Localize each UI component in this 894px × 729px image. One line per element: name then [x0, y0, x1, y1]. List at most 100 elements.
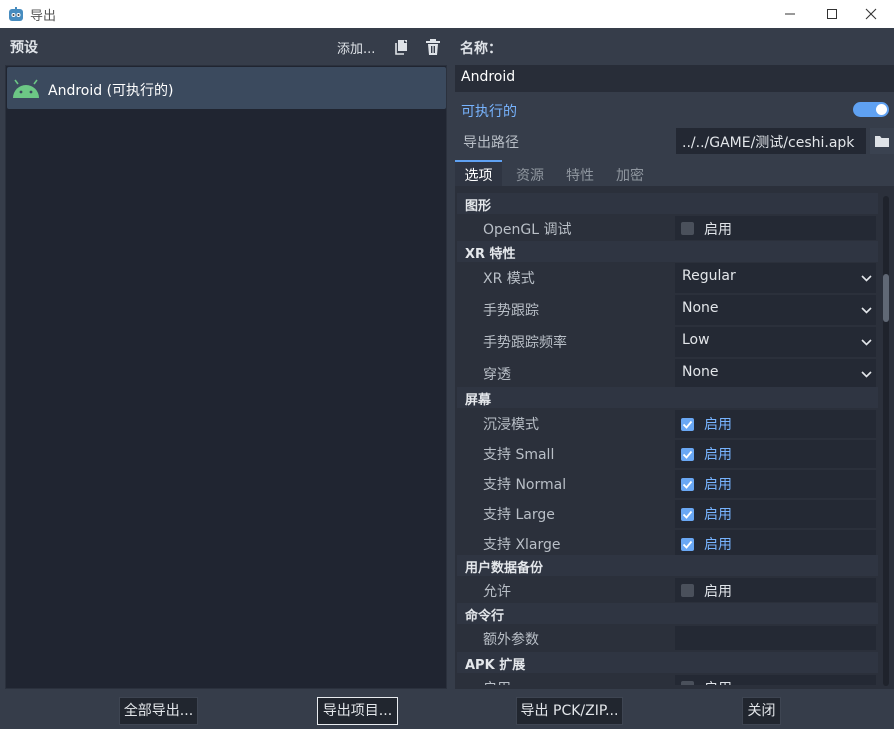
android-icon [13, 79, 39, 98]
minimize-icon [785, 13, 795, 15]
checkbox-label: 启用 [704, 477, 732, 493]
section-xr-label: XR 特性 [465, 247, 516, 262]
export-project-button[interactable]: 导出项目... [317, 697, 398, 725]
chevron-down-icon [861, 339, 872, 346]
prop-label: 支持 Xlarge [483, 537, 561, 553]
export-path-value: ../../GAME/测试/ceshi.apk [682, 135, 855, 151]
prop-allow-backup: 允许 启用 [457, 578, 878, 602]
select-value: Regular [682, 268, 736, 284]
prop-extra-args: 额外参数 [457, 626, 878, 650]
export-pck-zip-button[interactable]: 导出 PCK/ZIP... [516, 697, 623, 725]
section-graphics-label: 图形 [465, 199, 492, 214]
checkbox-label: 启用 [704, 417, 732, 433]
support-large-checkbox[interactable] [681, 508, 694, 521]
preset-item-android[interactable]: Android (可执行的) [7, 67, 446, 109]
prop-support-small: 支持 Small 启用 [457, 440, 878, 468]
prop-passthrough: 穿透 None [457, 359, 878, 389]
section-backup-label: 用户数据备份 [465, 561, 544, 576]
prop-label: 启用 [483, 678, 511, 685]
checkbox-label: 启用 [704, 222, 732, 238]
check-icon [682, 540, 693, 549]
runnable-toggle[interactable] [853, 102, 889, 117]
section-screen-label: 屏幕 [465, 393, 492, 408]
prop-label: XR 模式 [483, 271, 535, 287]
check-icon [682, 510, 693, 519]
prop-label: 穿透 [483, 367, 511, 383]
checkbox-label: 启用 [704, 678, 732, 685]
tab-options[interactable]: 选项 [455, 160, 502, 186]
extra-args-input[interactable] [675, 626, 876, 650]
toggle-knob [876, 104, 887, 115]
export-all-button[interactable]: 全部导出... [119, 697, 198, 725]
add-preset-button[interactable]: 添加... [337, 38, 375, 57]
select-value: None [682, 364, 719, 380]
prop-support-xlarge: 支持 Xlarge 启用 [457, 530, 878, 558]
chevron-down-icon [861, 275, 872, 282]
prop-label: 手势跟踪 [483, 303, 539, 319]
check-icon [682, 420, 693, 429]
prop-hand-tracking-freq: 手势跟踪频率 Low [457, 327, 878, 357]
checkbox-label: 启用 [704, 537, 732, 553]
apk-enable-checkbox[interactable] [681, 681, 694, 685]
check-icon [682, 480, 693, 489]
presets-header: 预设 添加... [0, 28, 452, 64]
section-screen[interactable]: 屏幕 [457, 387, 878, 408]
prop-xr-mode: XR 模式 Regular [457, 263, 878, 293]
tab-resources[interactable]: 资源 [507, 160, 553, 186]
presets-title: 预设 [10, 40, 38, 56]
name-value: Android [461, 69, 516, 85]
prop-label: 沉浸模式 [483, 417, 539, 433]
opengl-debug-checkbox[interactable] [681, 222, 694, 235]
immersive-checkbox[interactable] [681, 418, 694, 431]
preset-list[interactable]: Android (可执行的) [5, 65, 447, 689]
folder-icon [875, 136, 889, 147]
section-xr[interactable]: XR 特性 [457, 241, 878, 262]
support-normal-checkbox[interactable] [681, 478, 694, 491]
options-scroll-area[interactable]: 图形 OpenGL 调试 启用 XR 特性 XR 模式 Regular 手势跟踪… [457, 193, 878, 685]
prop-apk-enable: 启用 启用 [457, 675, 878, 685]
section-backup[interactable]: 用户数据备份 [457, 555, 878, 576]
close-window-button[interactable] [848, 0, 894, 28]
section-command-line-label: 命令行 [465, 609, 505, 624]
prop-support-normal: 支持 Normal 启用 [457, 470, 878, 498]
window-titlebar: 导出 [0, 0, 894, 28]
options-scrollbar[interactable] [883, 196, 889, 686]
support-small-checkbox[interactable] [681, 448, 694, 461]
duplicate-icon[interactable] [394, 38, 410, 56]
preset-label: Android (可执行的) [48, 83, 174, 99]
tab-features[interactable]: 特性 [557, 160, 603, 186]
prop-label: 支持 Large [483, 507, 555, 523]
godot-icon [9, 7, 23, 21]
prop-immersive: 沉浸模式 启用 [457, 410, 878, 438]
options-panel: 图形 OpenGL 调试 启用 XR 特性 XR 模式 Regular 手势跟踪… [455, 186, 894, 689]
prop-label: 支持 Normal [483, 477, 567, 493]
prop-label: 额外参数 [483, 632, 539, 648]
trash-icon[interactable] [425, 38, 441, 56]
support-xlarge-checkbox[interactable] [681, 538, 694, 551]
select-value: Low [682, 332, 710, 348]
close-icon [865, 8, 877, 20]
maximize-icon [827, 9, 837, 19]
browse-folder-button[interactable] [870, 128, 894, 154]
checkbox-label: 启用 [704, 584, 732, 600]
section-graphics[interactable]: 图形 [457, 193, 878, 214]
export-path-field[interactable]: ../../GAME/测试/ceshi.apk [676, 128, 866, 154]
checkbox-label: 启用 [704, 447, 732, 463]
runnable-label: 可执行的 [461, 104, 517, 120]
scrollbar-thumb[interactable] [883, 274, 889, 322]
name-field[interactable]: Android [455, 65, 894, 92]
tab-encryption[interactable]: 加密 [607, 160, 653, 186]
prop-label: 支持 Small [483, 447, 555, 463]
section-apk[interactable]: APK 扩展 [457, 652, 878, 673]
chevron-down-icon [861, 371, 872, 378]
export-path-label: 导出路径 [463, 135, 519, 151]
chevron-down-icon [861, 307, 872, 314]
select-value: None [682, 300, 719, 316]
minimize-button[interactable] [767, 0, 813, 28]
section-command-line[interactable]: 命令行 [457, 603, 878, 624]
check-icon [682, 450, 693, 459]
prop-label: 允许 [483, 584, 511, 600]
prop-label: OpenGL 调试 [483, 222, 572, 238]
close-button[interactable]: 关闭 [742, 697, 781, 725]
allow-backup-checkbox[interactable] [681, 584, 694, 597]
